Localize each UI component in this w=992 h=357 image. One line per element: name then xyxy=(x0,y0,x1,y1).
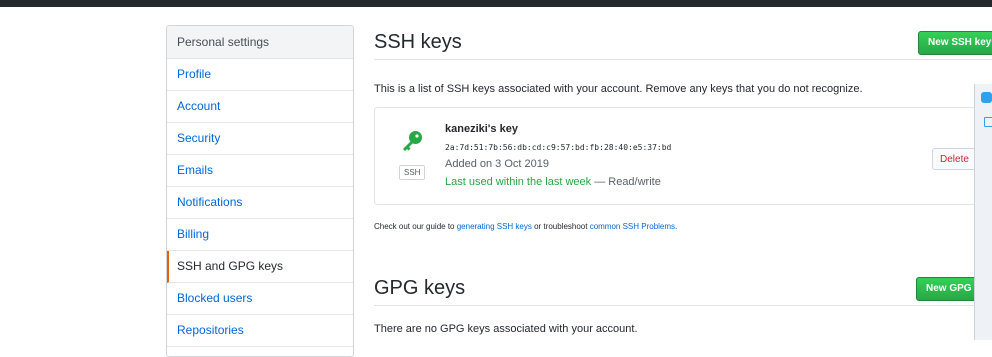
sidebar-item-emails[interactable]: Emails xyxy=(167,155,353,187)
sidebar-item-account[interactable]: Account xyxy=(167,91,353,123)
guide-prefix: Check out our guide to xyxy=(374,222,457,231)
sidebar-item-billing[interactable]: Billing xyxy=(167,219,353,251)
sidebar-item-notifications[interactable]: Notifications xyxy=(167,187,353,219)
settings-sidebar: Personal settings Profile Account Securi… xyxy=(166,25,354,357)
sidebar-header: Personal settings xyxy=(167,26,353,59)
gpg-keys-title: GPG keys xyxy=(374,277,466,299)
key-added-date: Added on 3 Oct 2019 xyxy=(445,158,549,170)
extension-side-panel[interactable] xyxy=(974,84,992,340)
sidebar-item-repositories[interactable]: Repositories xyxy=(167,315,353,347)
new-ssh-key-button[interactable]: New SSH key xyxy=(918,31,992,55)
key-access-level: — Read/write xyxy=(591,176,661,188)
main-content: SSH keys New SSH key This is a list of S… xyxy=(374,25,992,335)
guide-suffix: . xyxy=(675,222,678,231)
gpg-section-header: GPG keys New GPG xyxy=(374,271,992,306)
ssh-key-item: SSH kaneziki's key 2a:7d:51:7b:56:db:cd:… xyxy=(374,107,992,205)
key-title: kaneziki's key xyxy=(445,123,518,135)
generating-ssh-keys-link[interactable]: generating SSH keys xyxy=(457,222,532,231)
key-fingerprint: 2a:7d:51:7b:56:db:cd:c9:57:bd:fb:28:40:e… xyxy=(445,143,672,152)
guide-middle: or troubleshoot xyxy=(531,222,590,231)
chat-icon[interactable] xyxy=(981,92,992,103)
ssh-section-header: SSH keys New SSH key xyxy=(374,25,992,60)
new-gpg-key-button[interactable]: New GPG xyxy=(916,277,982,301)
no-gpg-keys-text: There are no GPG keys associated with yo… xyxy=(374,323,638,335)
sidebar-item-blocked-users[interactable]: Blocked users xyxy=(167,283,353,315)
checkbox-icon[interactable] xyxy=(984,117,992,127)
top-bar xyxy=(0,0,992,7)
sidebar-item-profile[interactable]: Profile xyxy=(167,59,353,91)
ssh-type-badge: SSH xyxy=(399,165,426,180)
ssh-keys-title: SSH keys xyxy=(374,31,462,53)
ssh-intro-text: This is a list of SSH keys associated wi… xyxy=(374,83,863,95)
sidebar-item-security[interactable]: Security xyxy=(167,123,353,155)
ssh-guide-text: Check out our guide to generating SSH ke… xyxy=(374,222,677,231)
last-used-status: Last used within the last week xyxy=(445,176,592,188)
common-ssh-problems-link[interactable]: common SSH Problems xyxy=(590,222,675,231)
sidebar-item-ssh-gpg-keys[interactable]: SSH and GPG keys xyxy=(167,251,353,283)
key-icon xyxy=(403,131,422,151)
key-last-used: Last used within the last week — Read/wr… xyxy=(445,176,661,188)
